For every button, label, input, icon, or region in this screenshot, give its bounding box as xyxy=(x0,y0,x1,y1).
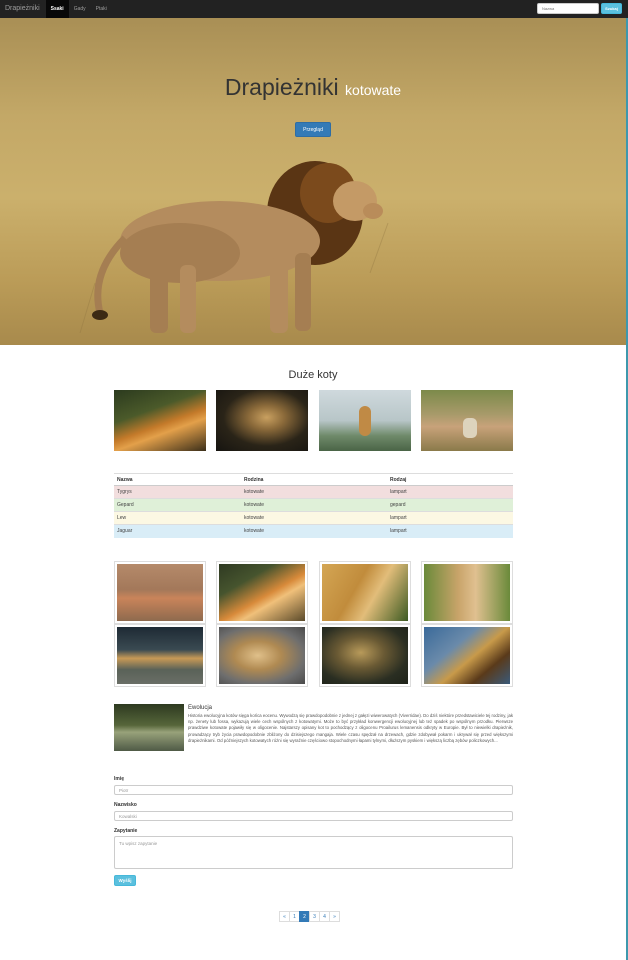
lion-photo[interactable] xyxy=(216,624,308,687)
tiger-photo[interactable] xyxy=(114,561,206,624)
evolution-text: Historia ewolucyjna kotów sięga końca eo… xyxy=(188,713,513,743)
tiger-photo[interactable] xyxy=(216,561,308,624)
tiger-photo[interactable] xyxy=(114,390,206,451)
surname-label: Nazwisko xyxy=(114,802,137,808)
lioness-photo[interactable] xyxy=(319,390,411,451)
cheetah-photo[interactable] xyxy=(319,561,411,624)
table-cell: kotowate xyxy=(241,524,387,538)
overview-button[interactable]: Przegląd xyxy=(295,122,331,137)
leopard-photo[interactable] xyxy=(216,390,308,451)
nav-item-ptaki[interactable]: Ptaki xyxy=(91,0,112,18)
name-field[interactable]: Piotr xyxy=(114,785,513,795)
search-input[interactable] xyxy=(537,3,599,14)
jaguar-photo[interactable] xyxy=(421,390,513,451)
hero-title-main: Drapieżniki xyxy=(224,74,339,100)
table-cell: Gepard xyxy=(114,498,241,512)
table-row: Tygrys kotowate lampart xyxy=(114,485,513,499)
section-title: Duże koty xyxy=(288,369,338,381)
table-cell: kotowate xyxy=(241,485,387,499)
hero-subtitle: kotowate xyxy=(345,82,402,98)
lion-photo xyxy=(79,161,389,334)
table-cell: kotowate xyxy=(241,511,387,525)
table-header: Nazwa xyxy=(114,473,241,486)
leopard-photo[interactable] xyxy=(421,624,513,687)
navbar-brand[interactable]: Drapieżniki xyxy=(0,0,46,18)
evolution-heading: Ewolucja xyxy=(188,705,213,711)
table-cell: Jaguar xyxy=(114,524,241,538)
hero-title: Drapieżniki kotowate xyxy=(0,74,626,101)
table-cell: Tygrys xyxy=(114,485,241,499)
nav-item-gady[interactable]: Gady xyxy=(69,0,91,18)
navbar: Drapieżniki Ssaki Gady Ptaki Szukaj xyxy=(0,0,628,18)
hero-jumbotron: Drapieżniki kotowate Przegląd xyxy=(0,18,626,345)
big-cats-table: Nazwa Rodzina Rodzaj Tygrys kotowate lam… xyxy=(114,473,513,538)
table-header-row: Nazwa Rodzina Rodzaj xyxy=(114,473,513,486)
table-header: Rodzina xyxy=(241,473,387,486)
table-header: Rodzaj xyxy=(387,473,513,486)
query-textarea[interactable]: Tu wpisz zapytanie xyxy=(114,836,513,869)
table-cell: lampart xyxy=(387,524,513,538)
nav-item-ssaki[interactable]: Ssaki xyxy=(45,0,69,18)
search-button[interactable]: Szukaj xyxy=(601,3,622,14)
table-row: Jaguar kotowate lampart xyxy=(114,524,513,538)
table-cell: kotowate xyxy=(241,498,387,512)
lion-photo[interactable] xyxy=(114,624,206,687)
cheetah-cub-photo[interactable] xyxy=(421,561,513,624)
pagination-next[interactable]: » xyxy=(329,911,340,922)
query-label: Zapytanie xyxy=(114,828,138,834)
table-cell: gepard xyxy=(387,498,513,512)
name-label: Imię xyxy=(114,776,125,782)
table-cell: lampart xyxy=(387,485,513,499)
table-cell: lampart xyxy=(387,511,513,525)
table-row: Gepard kotowate gepard xyxy=(114,498,513,512)
surname-field[interactable]: Kowalski xyxy=(114,811,513,821)
leopard-water-photo[interactable] xyxy=(114,704,184,751)
submit-button[interactable]: Wyślij xyxy=(114,875,136,886)
table-cell: Lew xyxy=(114,511,241,525)
jaguar-photo[interactable] xyxy=(319,624,411,687)
pagination: « 1 2 3 4 » xyxy=(279,911,340,922)
table-row: Lew kotowate lampart xyxy=(114,511,513,525)
